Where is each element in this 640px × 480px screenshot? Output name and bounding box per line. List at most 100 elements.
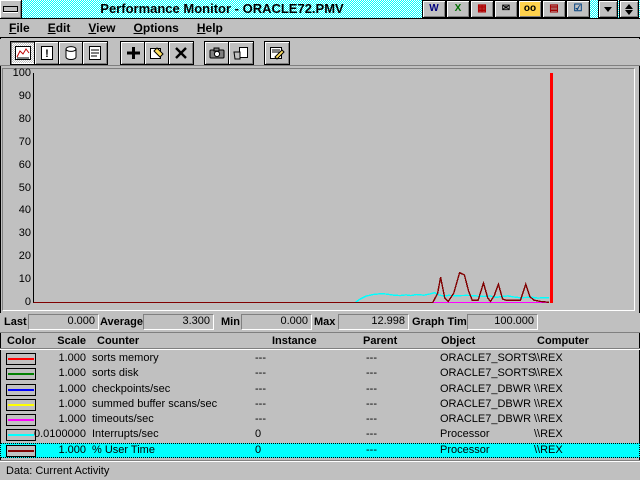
computer-cell: \\REX [534, 382, 563, 397]
instance-cell: 0 [255, 427, 261, 442]
log-icon [63, 46, 79, 60]
status-text: Data: Current Activity [6, 464, 109, 478]
parent-cell: --- [366, 397, 377, 412]
performance-monitor-window: Performance Monitor - ORACLE72.PMV WX▦✉o… [0, 0, 640, 480]
max-label: Max [314, 315, 335, 329]
menu-bar: FileEditViewOptionsHelp [0, 19, 640, 38]
menu-item-options[interactable]: Options [125, 19, 188, 37]
counter-cell: sorts memory [92, 351, 159, 366]
access-icon[interactable]: ▤ [542, 0, 566, 18]
edit-line-button[interactable] [144, 41, 170, 65]
header-object: Object [441, 335, 475, 348]
bookmark-button[interactable] [228, 41, 254, 65]
max-value: 12.998 [338, 314, 409, 330]
menu-item-view[interactable]: View [79, 19, 124, 37]
scale-cell: 1.000 [30, 351, 86, 366]
counter-cell: % User Time [92, 443, 155, 458]
chart-view-button[interactable] [10, 41, 36, 65]
system-menu-dash-icon [3, 6, 18, 12]
edit-icon [149, 46, 165, 60]
log-view-button[interactable] [58, 41, 84, 65]
delete-icon [173, 46, 189, 60]
graph-time-value: 100.000 [467, 314, 538, 330]
report-view-button[interactable] [82, 41, 108, 65]
computer-cell: \\REX [534, 366, 563, 381]
computer-cell: \\REX [534, 351, 563, 366]
legend-row-checkpoints[interactable]: 1.000 checkpoints/sec --- --- ORACLE7_DB… [0, 382, 640, 397]
divider [0, 349, 640, 350]
time-marker [550, 73, 553, 303]
mail-icon[interactable]: ✉ [494, 0, 518, 18]
average-value: 3.300 [143, 314, 214, 330]
min-label: Min [221, 315, 240, 329]
parent-cell: --- [366, 366, 377, 381]
minimize-button[interactable] [598, 0, 618, 18]
instance-cell: --- [255, 366, 266, 381]
value-bar: Last 0.000 Average 3.300 Min 0.000 Max 1… [0, 313, 640, 332]
options-button[interactable] [264, 41, 290, 65]
parent-cell: --- [366, 382, 377, 397]
scale-cell: 1.000 [30, 443, 86, 458]
last-label: Last [4, 315, 27, 329]
computer-cell: \\REX [534, 427, 563, 442]
add-counter-button[interactable] [120, 41, 146, 65]
instance-cell: --- [255, 397, 266, 412]
menu-item-file[interactable]: File [0, 19, 39, 37]
legend-row-interrupts[interactable]: 0.0100000 Interrupts/sec 0 --- Processor… [0, 427, 640, 442]
parent-cell: --- [366, 351, 377, 366]
header-parent: Parent [363, 335, 397, 348]
camera-icon [209, 46, 225, 60]
restore-down-arrow-icon [625, 10, 633, 15]
excel-icon[interactable]: X [446, 0, 470, 18]
legend-row-sorts-disk[interactable]: 1.000 sorts disk --- --- ORACLE7_SORTS \… [0, 366, 640, 381]
alert-view-button[interactable]: ! [34, 41, 60, 65]
menu-item-edit[interactable]: Edit [39, 19, 80, 37]
legend-row-buffer-scans[interactable]: 1.000 summed buffer scans/sec --- --- OR… [0, 397, 640, 412]
scale-cell: 1.000 [30, 382, 86, 397]
find-file-icon[interactable]: oo [518, 0, 542, 18]
office-icon[interactable]: ☑ [566, 0, 590, 18]
update-now-button[interactable] [204, 41, 230, 65]
alert-icon: ! [39, 46, 55, 60]
svg-text:!: ! [45, 48, 49, 60]
powerpoint-icon[interactable]: ▦ [470, 0, 494, 18]
restore-button[interactable] [619, 0, 639, 18]
bookmark-icon [233, 46, 249, 60]
counter-cell: Interrupts/sec [92, 427, 159, 442]
legend-row-user-time[interactable]: 1.000 % User Time 0 --- Processor \\REX [0, 443, 640, 458]
instance-cell: --- [255, 382, 266, 397]
scale-cell: 0.0100000 [30, 427, 86, 442]
instance-cell: 0 [255, 443, 261, 458]
delete-line-button[interactable] [168, 41, 194, 65]
scale-cell: 1.000 [30, 397, 86, 412]
object-cell: Processor [440, 427, 490, 442]
toolbar: ! [0, 39, 640, 66]
office-toolbar: WX▦✉oo▤☑ [422, 0, 590, 18]
chart-icon [15, 46, 31, 60]
counter-cell: summed buffer scans/sec [92, 397, 217, 412]
object-cell: ORACLE7_SORTS [440, 351, 535, 366]
average-label: Average [100, 315, 143, 329]
computer-cell: \\REX [534, 443, 563, 458]
chart-plot [3, 69, 634, 310]
object-cell: ORACLE7_DBWR [440, 412, 531, 427]
legend-row-sorts-memory[interactable]: 1.000 sorts memory --- --- ORACLE7_SORTS… [0, 351, 640, 366]
counter-cell: timeouts/sec [92, 412, 154, 427]
series-line-interrupts-sec [355, 293, 549, 303]
chart-area: 0102030405060708090100 [2, 68, 635, 311]
object-cell: Processor [440, 443, 490, 458]
system-menu-icon[interactable] [0, 0, 22, 18]
window-title: Performance Monitor - ORACLE72.PMV [22, 0, 422, 18]
parent-cell: --- [366, 412, 377, 427]
word-icon[interactable]: W [422, 0, 446, 18]
plus-icon [125, 46, 141, 60]
legend-row-timeouts[interactable]: 1.000 timeouts/sec --- --- ORACLE7_DBWR … [0, 412, 640, 427]
last-value: 0.000 [28, 314, 99, 330]
scale-cell: 1.000 [30, 366, 86, 381]
minimize-arrow-icon [604, 7, 612, 12]
menu-item-help[interactable]: Help [188, 19, 232, 37]
parent-cell: --- [366, 427, 377, 442]
report-icon [87, 46, 103, 60]
graph-time-label: Graph Time [412, 315, 473, 329]
object-cell: ORACLE7_DBWR [440, 382, 531, 397]
